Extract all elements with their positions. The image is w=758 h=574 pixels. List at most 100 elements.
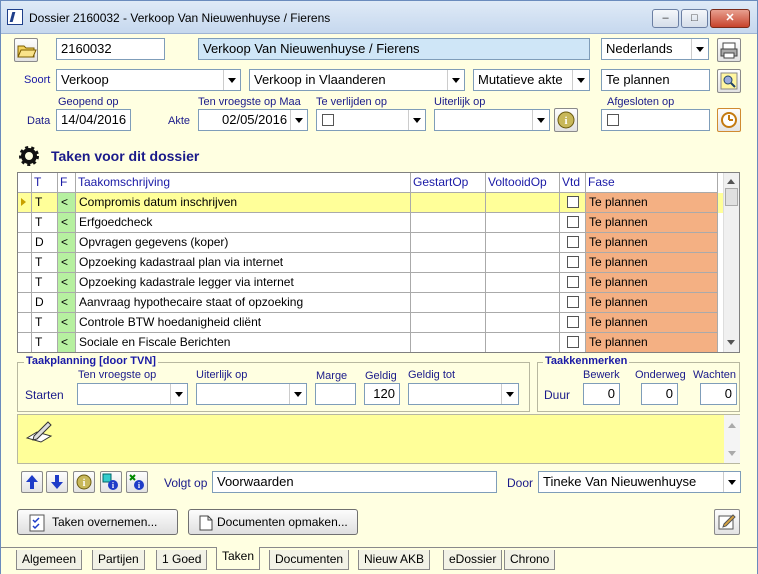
cell-voltooid[interactable] — [486, 313, 560, 333]
cell-fase[interactable]: Te plannen — [586, 213, 718, 233]
tab-chrono[interactable]: Chrono — [504, 550, 556, 570]
cell-desc[interactable]: Opvragen gegevens (koper) — [76, 233, 411, 253]
geldig-tot-select[interactable] — [408, 383, 519, 405]
scroll-down-icon[interactable] — [727, 340, 735, 345]
scroll-up-icon[interactable] — [728, 423, 736, 428]
dossier-number-field[interactable]: 2160032 — [56, 38, 165, 60]
afgesloten-field[interactable] — [601, 109, 710, 131]
cell-desc[interactable]: Controle BTW hoedanigheid cliënt — [76, 313, 411, 333]
row-indicator[interactable] — [18, 213, 32, 233]
uiterlijk-date-select[interactable] — [434, 109, 550, 131]
col-header-t[interactable]: T — [32, 173, 58, 193]
cell-voltooid[interactable] — [486, 333, 560, 352]
cell-voltooid[interactable] — [486, 253, 560, 273]
cell-fase[interactable]: Te plannen — [586, 273, 718, 293]
akte-type-select[interactable]: Mutatieve akte — [473, 69, 590, 91]
notes-area[interactable] — [17, 414, 740, 464]
table-row[interactable]: T < Opzoeking kadastraal plan via internet… — [18, 253, 723, 273]
row-indicator[interactable] — [18, 313, 32, 333]
taken-overnemen-button[interactable]: Taken overnemen... — [17, 509, 178, 535]
door-select[interactable]: Tineke Van Nieuwenhuyse — [538, 471, 741, 493]
cell-vtd[interactable] — [560, 253, 586, 273]
cell-t[interactable]: T — [32, 213, 58, 233]
vtd-checkbox[interactable] — [567, 336, 579, 348]
print-button[interactable] — [717, 38, 741, 62]
vtd-checkbox[interactable] — [567, 256, 579, 268]
geldig-field[interactable]: 120 — [364, 383, 400, 405]
vtd-checkbox[interactable] — [567, 276, 579, 288]
minimize-button[interactable]: – — [652, 9, 679, 28]
cell-fase[interactable]: Te plannen — [586, 253, 718, 273]
open-folder-button[interactable] — [14, 38, 38, 62]
cell-fase[interactable]: Te plannen — [586, 193, 718, 213]
cell-f[interactable]: < — [58, 293, 76, 313]
col-header-voltooid[interactable]: VoltooidOp — [486, 173, 560, 193]
move-down-button[interactable] — [46, 471, 68, 493]
planning-vroegste-select[interactable] — [77, 383, 188, 405]
cell-vtd[interactable] — [560, 273, 586, 293]
cell-desc[interactable]: Erfgoedcheck — [76, 213, 411, 233]
soort-select[interactable]: Verkoop — [56, 69, 241, 91]
cell-fase[interactable]: Te plannen — [586, 313, 718, 333]
cell-gestart[interactable] — [411, 293, 486, 313]
cell-voltooid[interactable] — [486, 233, 560, 253]
subtype-select[interactable]: Verkoop in Vlaanderen — [249, 69, 465, 91]
row-indicator[interactable] — [18, 273, 32, 293]
vtd-checkbox[interactable] — [567, 216, 579, 228]
cell-vtd[interactable] — [560, 293, 586, 313]
task-info-button[interactable]: i — [73, 471, 95, 493]
scroll-thumb[interactable] — [725, 188, 738, 206]
maximize-button[interactable]: □ — [681, 9, 708, 28]
cell-f[interactable]: < — [58, 213, 76, 233]
cell-desc[interactable]: Compromis datum inschrijven — [76, 193, 411, 213]
verlijden-date-select[interactable] — [316, 109, 426, 131]
cell-voltooid[interactable] — [486, 213, 560, 233]
col-header-fase[interactable]: Fase — [586, 173, 718, 193]
table-row[interactable]: T < Sociale en Fiscale Berichten Te plannen — [18, 333, 723, 352]
cell-f[interactable]: < — [58, 193, 76, 213]
cell-gestart[interactable] — [411, 213, 486, 233]
cell-desc[interactable]: Opzoeking kadastraal plan via internet — [76, 253, 411, 273]
table-row[interactable]: T < Opzoeking kadastrale legger via intern… — [18, 273, 723, 293]
row-indicator[interactable] — [18, 333, 32, 352]
notes-scrollbar[interactable] — [724, 415, 740, 463]
planning-uiterlijk-select[interactable] — [196, 383, 307, 405]
row-indicator[interactable] — [18, 293, 32, 313]
edit-document-button[interactable] — [714, 509, 740, 535]
cell-gestart[interactable] — [411, 233, 486, 253]
cell-f[interactable]: < — [58, 313, 76, 333]
row-indicator[interactable] — [18, 253, 32, 273]
cell-f[interactable]: < — [58, 273, 76, 293]
tab-documenten[interactable]: Documenten — [269, 550, 350, 570]
cell-fase[interactable]: Te plannen — [586, 293, 718, 313]
scroll-up-icon[interactable] — [727, 179, 735, 184]
vtd-checkbox[interactable] — [567, 296, 579, 308]
cell-f[interactable]: < — [58, 253, 76, 273]
cell-gestart[interactable] — [411, 193, 486, 213]
vroegste-date-select[interactable]: 02/05/2016 — [198, 109, 308, 131]
cell-vtd[interactable] — [560, 313, 586, 333]
cell-voltooid[interactable] — [486, 293, 560, 313]
tab-algemeen[interactable]: Algemeen — [16, 550, 83, 570]
cell-t[interactable]: T — [32, 333, 58, 352]
col-header-f[interactable]: F — [58, 173, 76, 193]
marge-field[interactable] — [315, 383, 356, 405]
vtd-checkbox[interactable] — [567, 236, 579, 248]
tab-goed[interactable]: 1 Goed — [156, 550, 208, 570]
dossier-name-field[interactable]: Verkoop Van Nieuwenhuyse / Fierens — [198, 38, 590, 60]
cell-gestart[interactable] — [411, 273, 486, 293]
cell-vtd[interactable] — [560, 233, 586, 253]
cell-t[interactable]: T — [32, 273, 58, 293]
language-select[interactable]: Nederlands — [601, 38, 709, 60]
cell-t[interactable]: D — [32, 233, 58, 253]
cell-voltooid[interactable] — [486, 193, 560, 213]
cell-desc[interactable]: Aanvraag hypothecaire staat of opzoeking — [76, 293, 411, 313]
table-row[interactable]: D < Opvragen gegevens (koper) Te plannen — [18, 233, 723, 253]
cell-t[interactable]: T — [32, 313, 58, 333]
cell-gestart[interactable] — [411, 313, 486, 333]
link-info-button[interactable]: i — [126, 471, 148, 493]
history-button[interactable] — [717, 108, 741, 132]
afgesloten-checkbox[interactable] — [607, 114, 619, 126]
bewerk-field[interactable]: 0 — [583, 383, 620, 405]
title-bar[interactable]: Dossier 2160032 - Verkoop Van Nieuwenhuy… — [1, 1, 757, 34]
